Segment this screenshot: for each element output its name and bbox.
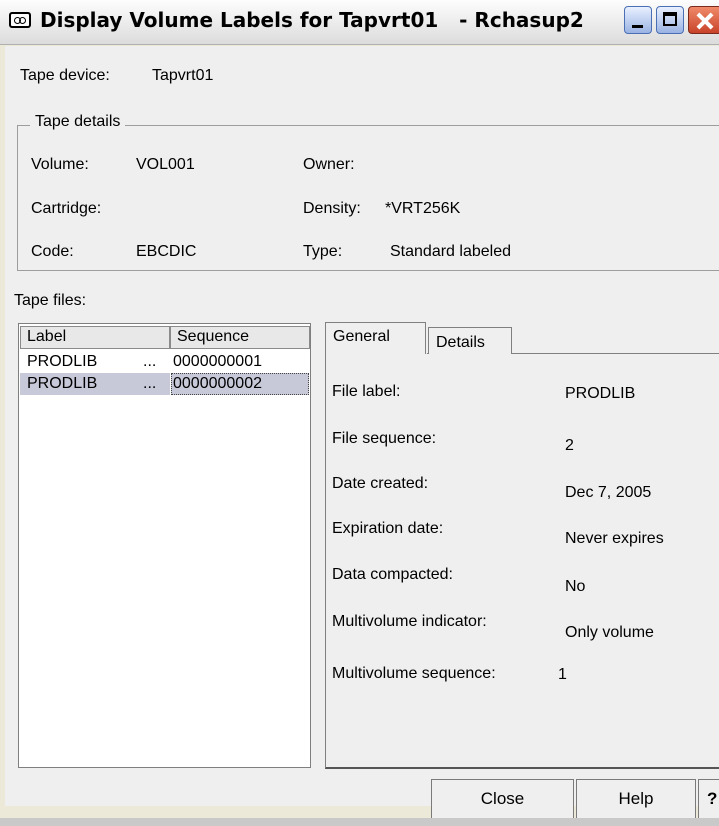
- tape-details-title: Tape details: [30, 113, 126, 131]
- title-bar[interactable]: Display Volume Labels for Tapvrt01 - Rch…: [0, 0, 719, 45]
- tape-device-label: Tape device:: [20, 67, 110, 84]
- column-header-label[interactable]: Label: [20, 326, 170, 349]
- row-sequence: 0000000001: [173, 353, 262, 370]
- multivolume-sequence-value: 1: [558, 666, 567, 683]
- table-row[interactable]: PRODLIB ... 0000000002: [20, 373, 310, 396]
- file-sequence-value: 2: [565, 437, 574, 454]
- multivolume-indicator-label: Multivolume indicator:: [332, 613, 487, 630]
- code-value: EBCDIC: [136, 243, 197, 260]
- type-label: Type:: [303, 243, 343, 260]
- file-sequence-label: File sequence:: [332, 430, 437, 447]
- data-compacted-label: Data compacted:: [332, 566, 453, 583]
- density-value: *VRT256K: [385, 200, 461, 217]
- row-sequence: 0000000002: [173, 375, 262, 392]
- minimize-button[interactable]: [624, 6, 652, 34]
- close-button[interactable]: Close: [431, 779, 574, 819]
- volume-value: VOL001: [136, 156, 195, 173]
- dialog-window: Display Volume Labels for Tapvrt01 - Rch…: [0, 0, 719, 826]
- volume-label: Volume:: [31, 156, 89, 173]
- tape-icon: [9, 12, 31, 28]
- help-button[interactable]: Help: [576, 779, 696, 819]
- general-tab-panel: [325, 352, 719, 769]
- density-label: Density:: [303, 200, 361, 217]
- row-ellipsis: ...: [143, 375, 157, 392]
- expiration-date-label: Expiration date:: [332, 520, 444, 537]
- cartridge-label: Cartridge:: [31, 200, 102, 217]
- type-value: Standard labeled: [390, 243, 511, 260]
- code-label: Code:: [31, 243, 74, 260]
- expiration-date-value: Never expires: [565, 530, 664, 547]
- row-ellipsis: ...: [143, 353, 157, 370]
- tape-device-value: Tapvrt01: [152, 67, 214, 84]
- column-header-sequence[interactable]: Sequence: [170, 326, 310, 349]
- close-window-button[interactable]: [688, 6, 719, 34]
- owner-label: Owner:: [303, 156, 355, 173]
- row-label: PRODLIB: [27, 353, 98, 370]
- date-created-label: Date created:: [332, 475, 429, 492]
- tape-details-group: [17, 125, 719, 271]
- date-created-value: Dec 7, 2005: [565, 484, 652, 501]
- maximize-button[interactable]: [656, 6, 684, 34]
- window-title: Display Volume Labels for Tapvrt01 - Rch…: [40, 8, 584, 32]
- file-label-label: File label:: [332, 383, 401, 400]
- tab-general[interactable]: General: [325, 322, 426, 354]
- tape-files-label: Tape files:: [14, 292, 87, 309]
- data-compacted-value: No: [565, 578, 586, 595]
- row-label: PRODLIB: [27, 375, 98, 392]
- whats-this-button[interactable]: ?: [698, 779, 719, 819]
- bottom-edge: [0, 818, 719, 826]
- tab-details[interactable]: Details: [428, 327, 512, 354]
- tape-files-table[interactable]: Label Sequence PRODLIB ... 0000000001 PR…: [18, 323, 311, 768]
- file-label-value: PRODLIB: [565, 385, 636, 402]
- multivolume-indicator-value: Only volume: [565, 624, 654, 641]
- table-row[interactable]: PRODLIB ... 0000000001: [20, 351, 310, 374]
- multivolume-sequence-label: Multivolume sequence:: [332, 665, 496, 682]
